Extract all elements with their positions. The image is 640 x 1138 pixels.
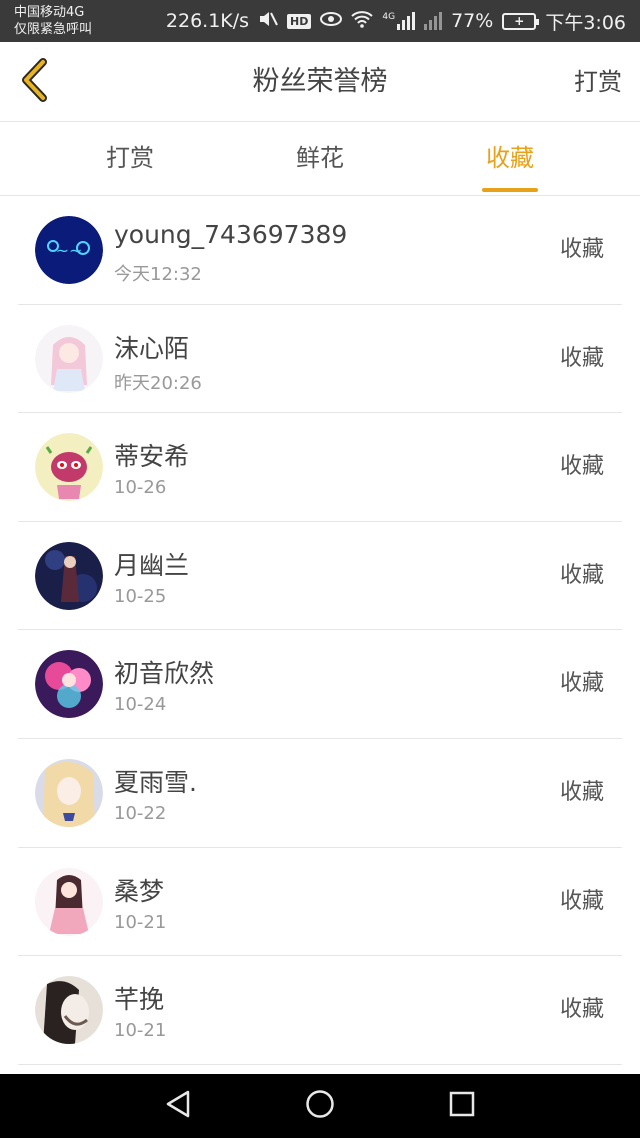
reward-button[interactable]: 打赏 (574, 42, 622, 122)
user-time: 昨天20:26 (114, 372, 202, 394)
user-time: 10-21 (114, 911, 167, 933)
clock: 下午3:06 (545, 11, 626, 34)
favorite-label: 收藏 (559, 345, 604, 371)
tab-favorites[interactable]: 收藏 (450, 122, 570, 196)
avatar (35, 324, 103, 393)
list-item[interactable]: 初音欣然 10-24 收藏 (18, 630, 622, 739)
user-name: 夏雨雪. (114, 767, 197, 797)
eye-icon (320, 11, 343, 32)
user-name: 沫心陌 (114, 333, 190, 363)
favorite-label: 收藏 (559, 779, 604, 805)
tab-flowers[interactable]: 鲜花 (260, 122, 380, 196)
list-item[interactable]: 沫心陌 昨天20:26 收藏 (18, 305, 622, 414)
list-item[interactable]: 夏雨雪. 10-22 收藏 (18, 739, 622, 848)
status-bar: 中国移动4G 仅限紧急呼叫 226.1K/s HD 4G 77% + 下午3:0… (0, 0, 640, 42)
nav-recents-button[interactable] (446, 1090, 478, 1122)
user-name: young_743697389 (114, 220, 348, 249)
carrier-info: 中国移动4G 仅限紧急呼叫 (14, 4, 92, 38)
favorite-label: 收藏 (559, 671, 604, 697)
user-time: 10-21 (114, 1020, 167, 1042)
avatar (35, 976, 103, 1045)
signal-icon: 4G (382, 12, 416, 30)
user-time: 10-26 (114, 477, 167, 499)
network-speed: 226.1K/s (165, 10, 250, 32)
back-triangle-icon (164, 1089, 192, 1123)
battery-percent: 77% (451, 10, 494, 32)
user-time: 今天12:32 (114, 264, 202, 285)
list-item[interactable]: 蒂安希 10-26 收藏 (18, 413, 622, 522)
tab-favorites-label: 收藏 (486, 144, 534, 172)
user-time: 10-25 (114, 585, 167, 607)
user-name: 桑梦 (114, 876, 165, 906)
list-item[interactable]: 桑梦 10-21 收藏 (18, 848, 622, 957)
active-tab-indicator (482, 188, 538, 192)
favorite-label: 收藏 (559, 454, 604, 480)
tab-bar: 打赏 鲜花 收藏 (0, 122, 640, 196)
list-item[interactable]: ~~ young_743697389 今天12:32 收藏 (18, 196, 622, 305)
favorite-label: 收藏 (559, 888, 604, 914)
system-nav-bar (0, 1074, 640, 1138)
home-circle-icon (305, 1089, 335, 1123)
favorite-label: 收藏 (559, 562, 604, 588)
mute-icon (258, 10, 278, 33)
wifi-icon (351, 10, 374, 33)
recents-square-icon (448, 1090, 476, 1122)
tab-flowers-label: 鲜花 (296, 144, 344, 172)
nav-back-button[interactable] (162, 1090, 194, 1122)
favorite-label: 收藏 (559, 997, 604, 1023)
list-item[interactable]: 芊挽 10-21 收藏 (18, 956, 622, 1065)
user-name: 芊挽 (114, 985, 165, 1015)
user-name: 月幽兰 (114, 550, 190, 580)
user-name: 蒂安希 (114, 442, 190, 472)
nav-home-button[interactable] (304, 1090, 336, 1122)
tab-reward[interactable]: 打赏 (70, 122, 190, 196)
carrier-name: 中国移动4G (14, 5, 85, 20)
signal-2-icon (424, 12, 443, 30)
avatar (35, 541, 103, 610)
emergency-only-text: 仅限紧急呼叫 (14, 22, 93, 37)
favorite-label: 收藏 (559, 237, 604, 262)
avatar (35, 650, 103, 719)
tab-reward-label: 打赏 (106, 144, 154, 172)
user-name: 初音欣然 (114, 659, 215, 689)
fan-list: ~~ young_743697389 今天12:32 收藏 沫心陌 昨天20:2… (0, 196, 640, 1065)
avatar (35, 433, 103, 502)
avatar (35, 758, 103, 827)
battery-icon: + (502, 12, 540, 30)
list-item[interactable]: 月幽兰 10-25 收藏 (18, 522, 622, 631)
user-time: 10-22 (114, 802, 167, 824)
avatar (35, 867, 103, 936)
user-time: 10-24 (114, 694, 167, 716)
hd-icon: HD (287, 13, 312, 29)
network-type-label: 4G (382, 12, 396, 22)
app-header: 粉丝荣誉榜 打赏 (0, 42, 640, 122)
avatar: ~~ (35, 216, 103, 284)
page-title: 粉丝荣誉榜 (252, 66, 388, 97)
